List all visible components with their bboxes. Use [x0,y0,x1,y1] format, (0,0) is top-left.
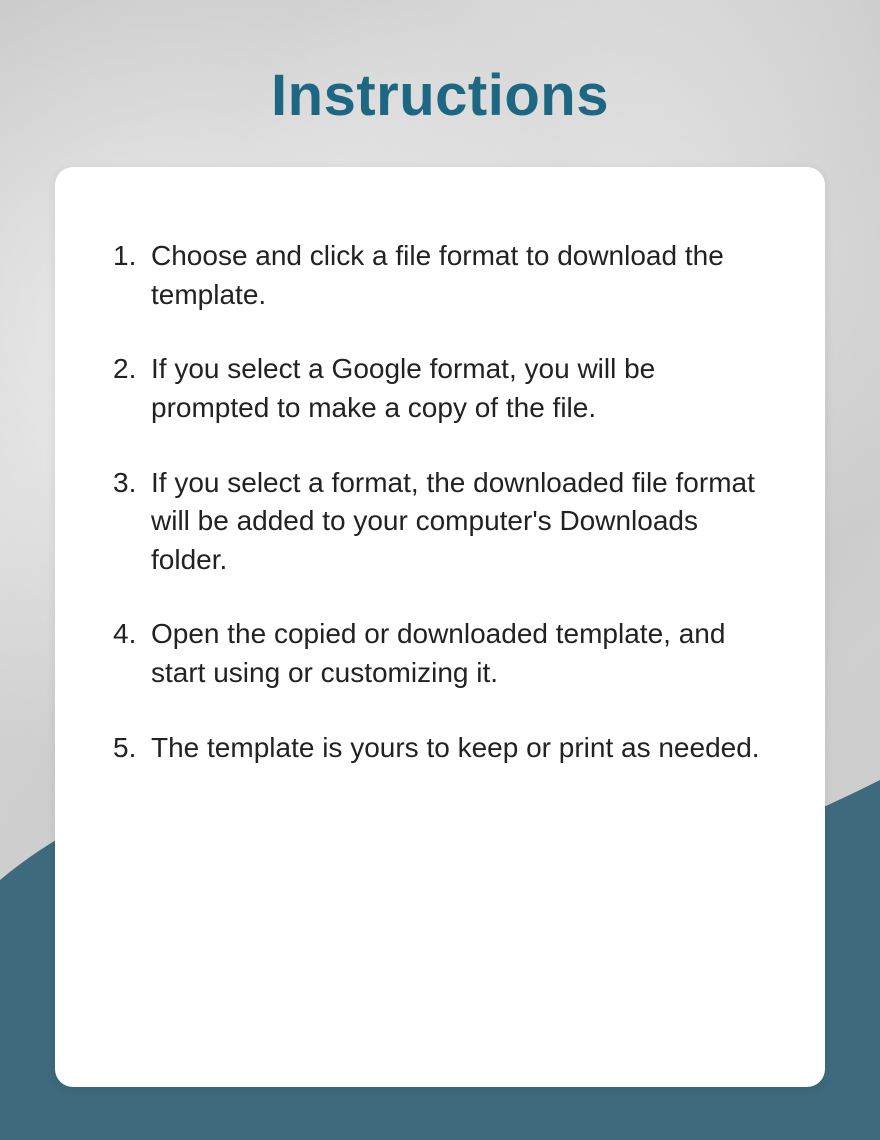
instruction-step: The template is yours to keep or print a… [113,729,767,768]
instruction-step: If you select a Google format, you will … [113,350,767,427]
instructions-list: Choose and click a file format to downlo… [113,237,767,767]
instruction-step: Choose and click a file format to downlo… [113,237,767,314]
instructions-card: Choose and click a file format to downlo… [55,167,825,1087]
instruction-step: If you select a format, the downloaded f… [113,464,767,580]
page-title: Instructions [0,0,880,129]
instruction-step: Open the copied or downloaded template, … [113,615,767,692]
